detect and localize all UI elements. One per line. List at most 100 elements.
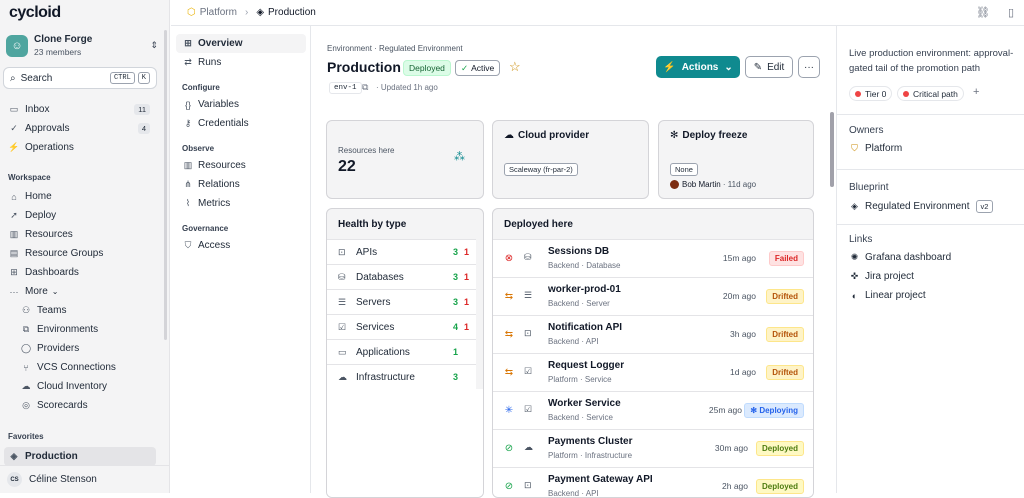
sidebar-item-teams[interactable]: ⚇ Teams [16,301,156,320]
tab-relations[interactable]: ⋔ Relations [176,175,306,194]
search-icon: ⌕ [10,72,16,84]
deployed-row[interactable]: ⊘ ⊡ Payment Gateway API Backend · API 2h… [493,467,813,497]
relations-icon: ⋔ [184,179,192,189]
health-row-applications[interactable]: ▭ Applications 1 [327,339,476,364]
health-row-servers[interactable]: ☰ Servers 3 1 [327,289,476,314]
linear-icon: ◐ [851,290,858,301]
main-scrollbar[interactable] [830,112,834,187]
sidebar-item-providers[interactable]: ◯ Providers [16,339,156,358]
health-row-apis[interactable]: ⊡ APIs 3 1 [327,239,476,264]
sidebar-item-vcs-connections[interactable]: ⑂ VCS Connections [16,358,156,377]
status-badge: Deployed [755,479,804,494]
snowflake-icon: ✻ [670,130,679,141]
resources-card[interactable]: Resources here 22 ⁂ [326,120,484,199]
page-title: Production [327,59,401,75]
divider [837,224,1024,225]
deployed-row[interactable]: ⇆ ⊡ Notification API Backend · API 3h ag… [493,315,813,353]
operations-icon: ⚡ [8,142,20,152]
favorite-item-production[interactable]: ◈ Production [4,447,156,466]
cloud-icon: ☁ [504,130,514,141]
status-badge: Failed [768,251,804,266]
braces-icon: {} [184,99,191,110]
link-linear[interactable]: ◐ Linear project [849,290,926,301]
deployed-here-card: Deployed here ⊗ ⛁ Sessions DB Backend · … [492,208,814,498]
copy-icon[interactable]: ⧉ [362,82,368,93]
service-icon: ☑ [524,404,533,414]
link-grafana[interactable]: ✺ Grafana dashboard [849,252,951,263]
tab-runs[interactable]: ⇄ Runs [176,53,306,72]
sidebar-item-dashboards[interactable]: ⊞ Dashboards [4,263,156,282]
sidebar-item-approvals[interactable]: ✓ Approvals 4 [4,119,156,138]
actions-button[interactable]: ⚡ Actions ⌄ [656,56,740,78]
grid-icon: ⊞ [184,38,192,48]
deployed-row[interactable]: ⊘ ☁ Payments Cluster Platform · Infrastr… [493,429,813,467]
database-icon: ⛁ [524,252,532,262]
tag-critical-path[interactable]: Critical path [897,86,964,101]
sidebar-item-scorecards[interactable]: ◎ Scorecards [16,396,156,415]
sidebar-item-inbox[interactable]: ▭ Inbox 11 [4,100,156,119]
sidebar-item-resources[interactable]: ▥ Resources [4,225,156,244]
star-icon[interactable]: ☆ [509,59,521,75]
environments-icon: ⧉ [22,324,30,334]
sidebar-item-environments[interactable]: ⧉ Environments [16,320,156,339]
add-tag-icon[interactable]: + [973,86,979,98]
rocket-icon: ➚ [10,210,18,220]
runs-icon: ⇄ [184,57,192,67]
deployed-row[interactable]: ⇆ ☰ worker-prod-01 Backend · Server 20m … [493,277,813,315]
health-title: Health by type [338,219,407,230]
chevron-down-icon: ⌄ [724,61,733,73]
health-row-services[interactable]: ☑ Services 4 1 [327,314,476,339]
status-dot-icon [855,90,861,97]
panel-toggle-icon[interactable]: ▯ [1008,6,1014,19]
cloud-icon: ☁ [21,381,31,391]
sidebar-item-cloud-inventory[interactable]: ☁ Cloud Inventory [16,377,156,396]
freeze-author: Bob Martin · 11d ago [670,180,756,189]
chevron-down-icon: ⌄ [51,287,59,296]
user-menu[interactable]: CS Céline Stenson [0,465,169,493]
link-jira[interactable]: ✜ Jira project [849,271,914,282]
search-button[interactable]: ⌕ Search CTRL K [3,67,157,89]
sidebar-item-operations[interactable]: ⚡ Operations [4,138,156,157]
owner-platform[interactable]: ⛉ Platform [849,143,902,154]
sidebar-scrollbar[interactable] [164,30,167,340]
tag-tier-0[interactable]: Tier 0 [849,86,893,101]
deployed-row[interactable]: ⊗ ⛁ Sessions DB Backend · Database 15m a… [493,239,813,277]
cloud-provider-tag: Scaleway (fr-par-2) [504,163,578,176]
shield-icon: ⛉ [851,143,858,153]
deployed-row[interactable]: ✳ ☑ Worker Service Backend · Service 25m… [493,391,813,429]
tab-credentials[interactable]: ⚷ Credentials [176,114,306,133]
active-badge: ✓ Active [455,60,501,76]
health-row-databases[interactable]: ⛁ Databases 3 1 [327,264,476,289]
tab-access[interactable]: ⛉ Access [176,236,306,255]
tab-overview[interactable]: ⊞ Overview [176,34,306,53]
owners-heading: Owners [849,125,884,136]
deployed-row[interactable]: ⇆ ☑ Request Logger Platform · Service 1d… [493,353,813,391]
sidebar-item-home[interactable]: ⌂ Home [4,187,156,206]
failed-icon: ⊗ [504,253,514,264]
org-switcher[interactable]: ☺ Clone Forge 23 members ⇕ [4,30,164,62]
deployed-badge: Deployed [403,60,451,76]
sidebar-item-deploy[interactable]: ➚ Deploy [4,206,156,225]
user-name: Céline Stenson [29,474,97,485]
cloud-provider-card[interactable]: ☁ Cloud provider Scaleway (fr-par-2) [492,120,649,199]
database-icon: ⛁ [338,271,346,282]
sidebar-item-more[interactable]: ··· More ⌄ [4,282,156,301]
shortcut-k: K [137,72,150,84]
app-logo[interactable]: cycloid [9,4,61,22]
home-icon: ⌂ [11,191,17,202]
tab-resources[interactable]: ▥ Resources [176,156,306,175]
edit-button[interactable]: ✎ Edit [745,56,793,78]
link-icon[interactable]: ⛓ [976,6,990,19]
org-avatar: ☺ [6,35,28,57]
spinner-icon: ✳ [504,405,514,416]
more-options-button[interactable]: ··· [798,56,820,78]
tab-metrics[interactable]: ⌇ Metrics [176,194,306,213]
status-badge: Drifted [766,365,804,380]
deploy-freeze-card[interactable]: ✻ Deploy freeze None Bob Martin · 11d ago [658,120,814,199]
tab-variables[interactable]: {} Variables [176,95,306,114]
health-row-infrastructure[interactable]: ☁ Infrastructure 3 [327,364,476,389]
observe-heading: Observe [182,144,215,153]
breadcrumb-platform[interactable]: ⬡ Platform [187,7,237,18]
blueprint-link[interactable]: ◈ Regulated Environment v2 [849,200,994,213]
sidebar-item-resource-groups[interactable]: ▤ Resource Groups [4,244,156,263]
